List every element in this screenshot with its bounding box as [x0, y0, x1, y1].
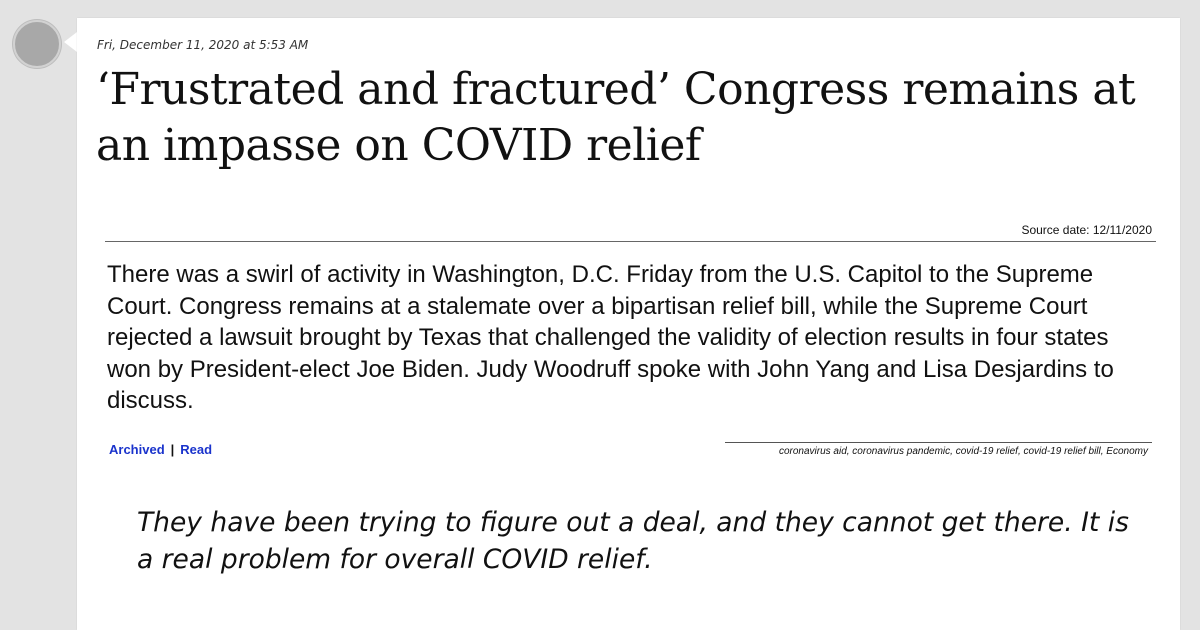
read-link[interactable]: Read	[180, 442, 212, 457]
pull-quote: They have been trying to figure out a de…	[137, 507, 1129, 575]
source-date: Source date: 12/11/2020	[1021, 223, 1152, 237]
card-pointer	[64, 32, 77, 52]
link-separator: |	[170, 442, 175, 457]
post-summary: There was a swirl of activity in Washing…	[107, 261, 1114, 414]
post-timestamp: Fri, December 11, 2020 at 5:53 AM	[97, 38, 309, 52]
post-tags: coronavirus aid, coronavirus pandemic, c…	[778, 446, 1148, 457]
post-card: Fri, December 11, 2020 at 5:53 AM ‘Frust…	[77, 18, 1180, 630]
post-links: Archived | Read	[109, 442, 212, 457]
avatar[interactable]	[13, 20, 61, 68]
divider	[105, 241, 1156, 242]
tags-divider	[725, 442, 1152, 443]
archived-link[interactable]: Archived	[109, 442, 165, 457]
post-headline: ‘Frustrated and fractured’ Congress rema…	[96, 64, 1136, 171]
